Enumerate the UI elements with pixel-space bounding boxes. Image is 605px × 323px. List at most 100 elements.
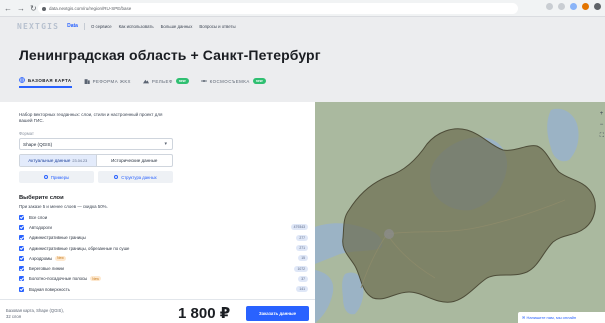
layer-label: Береговые линии bbox=[29, 266, 64, 272]
nextgis-logo[interactable]: NEXTGIS bbox=[17, 22, 59, 31]
product-tabs: БАЗОВАЯ КАРТА РЕФОРМА ЖКХ РЕЛЬЕФ new КОС… bbox=[19, 74, 266, 88]
layer-item[interactable]: Все слои bbox=[19, 212, 308, 222]
layers-heading: Выберите слои bbox=[19, 195, 64, 201]
forward-icon[interactable]: → bbox=[17, 4, 25, 13]
order-data-button[interactable]: Заказать данные bbox=[246, 306, 309, 321]
layer-label: Административные границы, обрезанные по … bbox=[29, 245, 130, 251]
format-value: Shape (QGIS) bbox=[23, 141, 53, 147]
reload-icon[interactable]: ↻ bbox=[30, 4, 37, 13]
new-badge: new bbox=[175, 78, 189, 84]
nav-links: О сервисе Как использовать Больше данных… bbox=[91, 24, 236, 29]
back-icon[interactable]: ← bbox=[4, 4, 12, 13]
browser-nav: ← → ↻ bbox=[0, 4, 37, 13]
layer-count: 37 bbox=[298, 275, 308, 282]
lock-icon bbox=[42, 6, 46, 11]
order-summary-layers: 32 слоя bbox=[6, 313, 22, 319]
city-marker bbox=[384, 229, 394, 239]
layer-label: Водная поверхность bbox=[29, 286, 70, 292]
layer-item[interactable]: Автодороги 479343 bbox=[19, 222, 308, 232]
layers-list: Все слои Автодороги 479343 Административ… bbox=[19, 212, 308, 294]
map-canvas[interactable] bbox=[315, 102, 605, 323]
checkbox[interactable] bbox=[19, 245, 24, 251]
layer-count: 271 bbox=[296, 245, 308, 252]
tab-housing-reform[interactable]: РЕФОРМА ЖКХ bbox=[84, 74, 131, 88]
share-icon[interactable] bbox=[546, 3, 553, 10]
dataset-description: Набор векторных геоданных: слои, стили и… bbox=[19, 112, 163, 124]
layer-label: Болотно-посадочные полосы bbox=[29, 276, 88, 282]
eye-icon bbox=[43, 175, 48, 179]
product-name[interactable]: Data bbox=[67, 23, 78, 29]
browser-extensions bbox=[546, 3, 601, 10]
format-select[interactable]: Shape (QGIS) ▾ bbox=[19, 138, 173, 150]
nav-link-about[interactable]: О сервисе bbox=[91, 24, 112, 29]
layer-count: 277 bbox=[296, 234, 308, 241]
layer-item[interactable]: Болотно-посадочные полосы New 37 bbox=[19, 274, 308, 284]
nav-divider bbox=[83, 22, 85, 30]
format-label: Формат bbox=[19, 131, 34, 136]
page-title: Ленинградская область + Санкт-Петербург bbox=[19, 47, 321, 63]
extension-icon[interactable] bbox=[570, 3, 577, 10]
menu-icon[interactable] bbox=[594, 3, 601, 10]
address-bar[interactable]: data.nextgis.com/ru/region/RU-SPE/base bbox=[38, 3, 518, 14]
zoom-in-button[interactable]: + bbox=[600, 110, 604, 118]
zoom-out-button[interactable]: − bbox=[600, 121, 604, 129]
examples-button[interactable]: Примеры bbox=[19, 171, 94, 183]
layer-item[interactable]: Административные границы, обрезанные по … bbox=[19, 243, 308, 253]
current-data-label: Актуальные данные bbox=[28, 158, 71, 163]
layer-count: 141 bbox=[296, 286, 308, 293]
building-icon bbox=[84, 79, 90, 84]
tab-label: БАЗОВАЯ КАРТА bbox=[28, 77, 72, 83]
tab-base-map[interactable]: БАЗОВАЯ КАРТА bbox=[19, 74, 72, 88]
layer-item[interactable]: Береговые линии 1072 bbox=[19, 263, 308, 273]
new-badge: New bbox=[90, 276, 101, 282]
current-data-option[interactable]: Актуальные данные 23.04.23 bbox=[20, 155, 97, 166]
checkbox[interactable] bbox=[19, 255, 24, 261]
layer-item[interactable]: Водная поверхность 141 bbox=[19, 284, 308, 294]
historical-data-option[interactable]: Исторические данные bbox=[97, 155, 173, 166]
data-structure-button[interactable]: Структура данных bbox=[98, 171, 173, 183]
nav-link-howto[interactable]: Как использовать bbox=[119, 24, 154, 29]
fullscreen-button[interactable]: ⛶ bbox=[600, 132, 604, 140]
tab-label: РЕФОРМА ЖКХ bbox=[92, 78, 131, 84]
url-text: data.nextgis.com/ru/region/RU-SPE/base bbox=[49, 6, 132, 11]
mountain-icon bbox=[142, 79, 149, 84]
checkbox[interactable] bbox=[19, 224, 24, 230]
data-structure-label: Структура данных bbox=[121, 174, 157, 180]
order-summary: Базовая карта, Shape (QGIS), 32 слоя bbox=[6, 308, 64, 319]
star-icon[interactable] bbox=[558, 3, 565, 10]
satellite-icon bbox=[200, 80, 207, 82]
nav-link-more-data[interactable]: Больше данных bbox=[161, 24, 193, 29]
tab-satellite[interactable]: КОСМОСЪЕМКА new bbox=[200, 74, 266, 88]
order-panel: Набор векторных геоданных: слои, стили и… bbox=[0, 102, 315, 323]
layer-count: 479343 bbox=[290, 224, 308, 231]
site-navbar: NEXTGIS Data О сервисе Как использовать … bbox=[0, 17, 605, 35]
layer-item[interactable]: Аэродромы New 15 bbox=[19, 253, 308, 263]
page-header: Ленинградская область + Санкт-Петербург … bbox=[0, 35, 605, 102]
region-map[interactable]: + − ⛶ bbox=[315, 102, 605, 323]
chat-widget[interactable]: ✉ Напишите нам, мы онлайн bbox=[518, 312, 605, 323]
data-period-toggle: Актуальные данные 23.04.23 Исторические … bbox=[19, 154, 173, 167]
checkbox[interactable] bbox=[19, 276, 24, 282]
checkbox[interactable] bbox=[19, 214, 24, 220]
checkbox[interactable] bbox=[19, 286, 24, 292]
current-data-date: 23.04.23 bbox=[72, 158, 88, 163]
nav-link-faq[interactable]: Вопросы и ответы bbox=[199, 24, 235, 29]
layer-label: Аэродромы bbox=[29, 255, 53, 261]
browser-toolbar: ← → ↻ data.nextgis.com/ru/region/RU-SPE/… bbox=[0, 0, 605, 17]
layer-label: Все слои bbox=[29, 214, 48, 220]
layers-discount-note: При заказе 5 и менее слоев — скидка 50%. bbox=[19, 204, 108, 209]
chevron-down-icon: ▾ bbox=[164, 141, 167, 147]
checkbox[interactable] bbox=[19, 266, 24, 272]
order-price: 1 800 ₽ bbox=[178, 305, 231, 322]
profile-icon[interactable] bbox=[582, 3, 589, 10]
layer-label: Автодороги bbox=[29, 224, 52, 230]
order-bar: Базовая карта, Shape (QGIS), 32 слоя 1 8… bbox=[0, 299, 315, 323]
tab-relief[interactable]: РЕЛЬЕФ new bbox=[142, 74, 189, 88]
checkbox[interactable] bbox=[19, 235, 24, 241]
map-controls: + − ⛶ bbox=[600, 110, 604, 140]
layer-item[interactable]: Административные границы 277 bbox=[19, 233, 308, 243]
tab-label: РЕЛЬЕФ bbox=[151, 78, 173, 84]
layer-label: Административные границы bbox=[29, 235, 86, 241]
layer-count: 15 bbox=[298, 255, 308, 262]
structure-icon bbox=[114, 175, 119, 179]
